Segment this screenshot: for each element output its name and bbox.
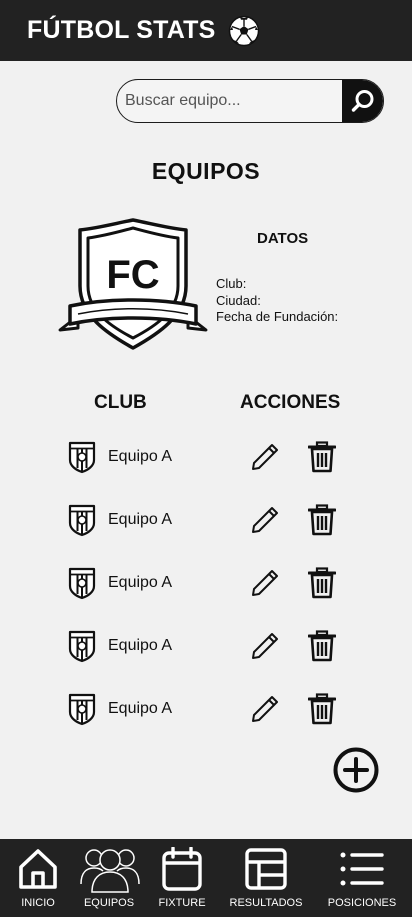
team-shield-icon [68, 567, 96, 600]
column-header-acciones: ACCIONES [240, 392, 341, 413]
fundacion-label: Fecha de Fundación: [216, 309, 339, 324]
app-header: FÚTBOL STATS [0, 0, 412, 61]
nav-label: INICIO [21, 897, 55, 909]
search-button[interactable] [342, 80, 383, 122]
delete-trash-icon[interactable] [308, 693, 336, 725]
nav-item-fixture[interactable]: FIXTURE [154, 839, 210, 917]
calendar-icon [162, 847, 202, 891]
team-shield-icon [68, 441, 96, 474]
nav-item-resultados[interactable]: RESULTADOS [224, 839, 308, 917]
team-shield-icon [68, 504, 96, 537]
search-icon [351, 90, 374, 112]
app-title: FÚTBOL STATS [27, 16, 216, 44]
team-name: Equipo A [108, 511, 173, 528]
nav-label: EQUIPOS [83, 897, 135, 909]
nav-label: RESULTADOS [229, 897, 303, 909]
team-row: Equipo A [0, 501, 412, 541]
home-icon [19, 849, 57, 889]
club-crest-logo: FC [58, 218, 208, 350]
delete-trash-icon[interactable] [308, 567, 336, 599]
nav-item-inicio[interactable]: INICIO [10, 839, 66, 917]
group-icon [80, 849, 140, 893]
edit-pencil-icon[interactable] [250, 505, 280, 535]
edit-pencil-icon[interactable] [250, 442, 280, 472]
grid-table-icon [245, 848, 287, 890]
team-shield-icon [68, 630, 96, 663]
team-name: Equipo A [108, 448, 173, 465]
search-input[interactable] [117, 80, 342, 122]
nav-item-posiciones[interactable]: POSICIONES [322, 839, 402, 917]
team-row: Equipo A [0, 690, 412, 730]
column-header-club: CLUB [94, 392, 147, 413]
soccer-ball-icon [228, 15, 259, 46]
page-title: EQUIPOS [151, 158, 261, 184]
edit-pencil-icon[interactable] [250, 568, 280, 598]
delete-trash-icon[interactable] [308, 504, 336, 536]
club-label: Club: [216, 276, 247, 291]
search-bar [116, 79, 384, 123]
datos-fields: Club: Ciudad: Fecha de Fundación: [216, 276, 338, 326]
edit-pencil-icon[interactable] [250, 694, 280, 724]
nav-label: POSICIONES [327, 897, 397, 909]
nav-item-equipos[interactable]: EQUIPOS [76, 839, 142, 917]
list-icon [340, 852, 384, 886]
delete-trash-icon[interactable] [308, 630, 336, 662]
nav-label: FIXTURE [158, 897, 206, 909]
add-team-button[interactable] [332, 746, 380, 794]
team-name: Equipo A [108, 574, 173, 591]
datos-title: DATOS [257, 230, 309, 247]
delete-trash-icon[interactable] [308, 441, 336, 473]
crest-text: FC [106, 253, 159, 297]
edit-pencil-icon[interactable] [250, 631, 280, 661]
ciudad-label: Ciudad: [216, 292, 261, 308]
team-shield-icon [68, 693, 96, 726]
team-row: Equipo A [0, 627, 412, 667]
team-row: Equipo A [0, 438, 412, 478]
team-row: Equipo A [0, 564, 412, 604]
team-name: Equipo A [108, 637, 173, 654]
bottom-navigation: INICIO EQUIPOS FIXTURE RESULTADOS POSICI… [0, 839, 412, 917]
team-name: Equipo A [108, 700, 173, 717]
